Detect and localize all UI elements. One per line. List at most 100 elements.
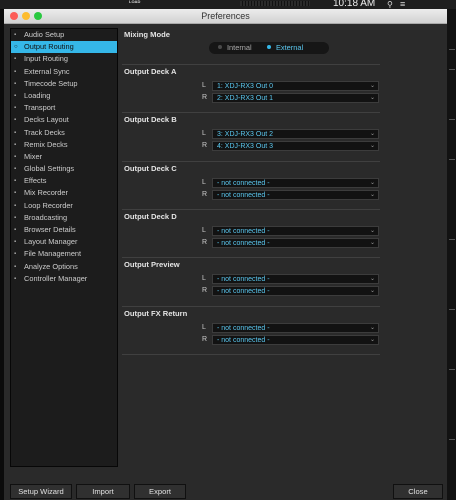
- chevron-down-icon: ⌄: [369, 95, 375, 101]
- sidebar-item-track-decks[interactable]: ▪ Track Decks: [11, 127, 117, 139]
- sidebar-item-label: Global Settings: [24, 164, 75, 174]
- sidebar-item-label: Audio Setup: [24, 30, 65, 39]
- close-button[interactable]: Close: [393, 484, 443, 499]
- output-deck-a-left-select[interactable]: 1: XDJ-RX3 Out 0 ⌄: [212, 81, 379, 91]
- sidebar-item-input-routing[interactable]: ▪ Input Routing: [11, 53, 117, 65]
- bullet-icon: ○: [14, 44, 18, 51]
- sidebar-item-label: Remix Decks: [24, 139, 68, 149]
- section-divider: [122, 64, 380, 65]
- chevron-down-icon: ⌄: [369, 191, 375, 198]
- sidebar-item-controller-manager[interactable]: ▪ Controller Manager: [11, 273, 117, 285]
- channel-label-right: R: [202, 190, 208, 198]
- sidebar-item-loop-recorder[interactable]: ▪ Loop Recorder: [11, 200, 117, 212]
- menu-clock: 10:18 AM: [333, 0, 376, 9]
- sidebar-item-external-sync[interactable]: ▪ External Sync: [11, 66, 117, 78]
- output-deck-d-right-select[interactable]: - not connected - ⌄: [212, 237, 379, 248]
- chevron-down-icon: ⌄: [369, 227, 375, 234]
- background-app-strip: [447, 9, 456, 500]
- load-label: LOAD: [129, 0, 141, 4]
- export-button[interactable]: Export: [134, 484, 186, 499]
- sidebar-item-label: Output Routing: [24, 42, 74, 52]
- menu-list-icon[interactable]: ≡: [400, 0, 405, 9]
- level-meter: [240, 1, 310, 6]
- radio-dot-icon: [267, 45, 271, 50]
- channel-label-left: L: [202, 130, 206, 138]
- section-divider: [122, 353, 380, 355]
- bullet-icon: ▪: [14, 214, 17, 221]
- output-preview-left-select[interactable]: - not connected - ⌄: [212, 274, 379, 285]
- preferences-sidebar: ▪ Audio Setup ○ Output Routing ▪ Input Routin…: [10, 28, 118, 467]
- bullet-icon: ▪: [14, 166, 17, 173]
- sidebar-item-label: Decks Layout: [24, 115, 69, 125]
- sidebar-item-file-management[interactable]: ▪ File Management: [11, 248, 117, 260]
- sidebar-item-label: Effects: [24, 176, 47, 186]
- selected-output-value: - not connected -: [217, 191, 270, 199]
- output-fx-return-right-select[interactable]: - not connected - ⌄: [212, 334, 379, 345]
- output-deck-c-right-select[interactable]: - not connected - ⌄: [212, 189, 379, 200]
- output-deck-d-left-select[interactable]: - not connected - ⌄: [212, 225, 379, 236]
- chevron-down-icon: ⌄: [369, 143, 375, 150]
- output-deck-b-right-select[interactable]: 4: XDJ-RX3 Out 3 ⌄: [212, 141, 379, 152]
- sidebar-item-global-settings[interactable]: ▪ Global Settings: [11, 163, 117, 175]
- output-fx-return-title: Output FX Return: [124, 308, 188, 318]
- output-deck-c-left-select[interactable]: - not connected - ⌄: [212, 177, 379, 188]
- sidebar-item-timecode-setup[interactable]: ▪ Timecode Setup: [11, 78, 117, 90]
- selected-output-value: - not connected -: [217, 324, 270, 332]
- sidebar-item-effects[interactable]: ▪ Effects: [11, 175, 117, 187]
- mixing-mode-external[interactable]: External: [267, 42, 303, 54]
- title-bar: Preferences: [4, 9, 447, 24]
- selected-output-value: 4: XDJ-RX3 Out 3: [217, 143, 274, 151]
- sidebar-item-loading[interactable]: ▪ Loading: [11, 90, 117, 102]
- selected-output-value: - not connected -: [217, 227, 270, 235]
- selected-output-value: - not connected -: [217, 179, 270, 187]
- section-divider: [122, 305, 380, 307]
- sidebar-item-audio-setup[interactable]: ▪ Audio Setup: [11, 29, 117, 41]
- mixing-mode-title: Mixing Mode: [124, 30, 170, 39]
- selected-output-value: - not connected -: [217, 288, 270, 296]
- sidebar-item-transport[interactable]: ▪ Transport: [11, 102, 117, 114]
- menu-bar: LOAD 10:18 AM ⚲ ≡: [0, 0, 456, 9]
- bullet-icon: ▪: [14, 129, 17, 136]
- channel-label-left: L: [202, 323, 206, 331]
- bullet-icon: ▪: [14, 190, 17, 197]
- sidebar-item-label: Mixer: [24, 151, 43, 161]
- sidebar-item-mix-recorder[interactable]: ▪ Mix Recorder: [11, 187, 117, 199]
- channel-label-right: R: [202, 94, 208, 101]
- sidebar-item-remix-decks[interactable]: ▪ Remix Decks: [11, 139, 117, 151]
- bullet-icon: ▪: [14, 178, 17, 185]
- sidebar-item-decks-layout[interactable]: ▪ Decks Layout: [11, 114, 117, 126]
- mixing-mode-internal[interactable]: Internal: [218, 42, 252, 54]
- output-deck-b-title: Output Deck B: [124, 115, 177, 125]
- sidebar-item-analyze-options[interactable]: ▪ Analyze Options: [11, 261, 117, 273]
- section-divider: [122, 208, 380, 210]
- output-deck-b-left-select[interactable]: 3: XDJ-RX3 Out 2 ⌄: [212, 129, 379, 140]
- setup-wizard-button[interactable]: Setup Wizard: [10, 484, 72, 499]
- bullet-icon: ▪: [14, 105, 17, 112]
- search-icon[interactable]: ⚲: [387, 0, 393, 9]
- output-preview-right-select[interactable]: - not connected - ⌄: [212, 286, 379, 297]
- sidebar-item-label: Controller Manager: [24, 273, 88, 283]
- sidebar-item-layout-manager[interactable]: ▪ Layout Manager: [11, 236, 117, 248]
- selected-output-value: - not connected -: [217, 239, 270, 247]
- import-button[interactable]: Import: [76, 484, 130, 499]
- chevron-down-icon: ⌄: [369, 288, 375, 295]
- chevron-down-icon: ⌄: [369, 131, 375, 138]
- sidebar-item-label: Timecode Setup: [24, 78, 78, 88]
- footer-bar: Setup Wizard Import Export Close: [4, 481, 447, 500]
- bullet-icon: ▪: [14, 239, 17, 246]
- preferences-window: Preferences ▪ Audio Setup ○ Output Routing ▪…: [4, 9, 447, 500]
- sidebar-item-label: Browser Details: [24, 225, 76, 234]
- selected-output-value: 3: XDJ-RX3 Out 2: [217, 131, 274, 139]
- bullet-icon: ▪: [14, 68, 17, 75]
- channel-label-right: R: [202, 287, 208, 295]
- output-fx-return-left-select[interactable]: - not connected - ⌄: [212, 322, 379, 333]
- sidebar-item-output-routing[interactable]: ○ Output Routing: [11, 41, 117, 54]
- sidebar-item-broadcasting[interactable]: ▪ Broadcasting: [11, 212, 117, 224]
- sidebar-item-mixer[interactable]: ▪ Mixer: [11, 151, 117, 163]
- mixing-mode-toggle[interactable]: Internal External: [209, 42, 329, 54]
- output-routing-panel: Mixing Mode Internal External Output Dec…: [120, 28, 382, 465]
- section-divider: [122, 112, 380, 114]
- sidebar-item-browser-details[interactable]: ▪ Browser Details: [11, 224, 117, 236]
- section-divider: [122, 160, 380, 162]
- output-deck-a-right-select[interactable]: 2: XDJ-RX3 Out 1 ⌄: [212, 93, 379, 103]
